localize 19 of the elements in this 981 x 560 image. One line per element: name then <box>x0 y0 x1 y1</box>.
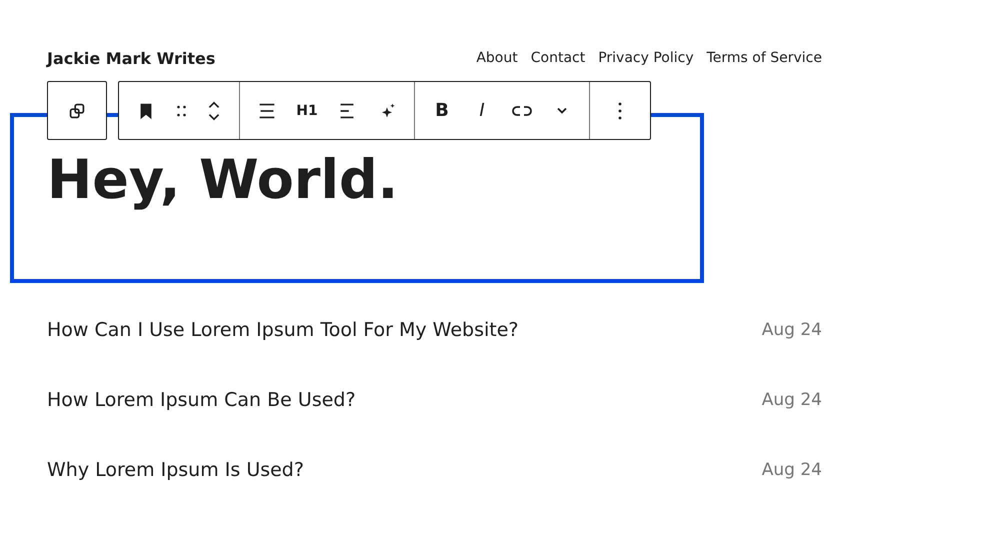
post-title-link[interactable]: How Can I Use Lorem Ipsum Tool For My Website? <box>47 319 518 342</box>
chevron-down-icon <box>557 107 567 114</box>
heading-level-button[interactable]: H1 <box>290 94 324 128</box>
nav-link[interactable]: Terms of Service <box>706 50 822 66</box>
bold-button[interactable]: B <box>425 94 459 128</box>
link-icon <box>512 106 532 116</box>
post-date: Aug 24 <box>762 390 822 410</box>
nav-link[interactable]: Contact <box>530 50 586 66</box>
nav-link[interactable]: Privacy Policy <box>598 50 694 66</box>
site-title[interactable]: Jackie Mark Writes <box>47 48 216 68</box>
nav-link[interactable]: About <box>476 50 518 66</box>
drag-icon <box>176 104 186 116</box>
italic-button[interactable]: I <box>465 94 499 128</box>
post-title-link[interactable]: How Lorem Ipsum Can Be Used? <box>47 389 356 412</box>
post-date: Aug 24 <box>762 460 822 480</box>
page-heading: Hey, World. <box>47 150 398 210</box>
post-title-link[interactable]: Why Lorem Ipsum Is Used? <box>47 459 304 482</box>
more-vertical-icon <box>618 102 622 120</box>
post-date: Aug 24 <box>762 320 822 340</box>
